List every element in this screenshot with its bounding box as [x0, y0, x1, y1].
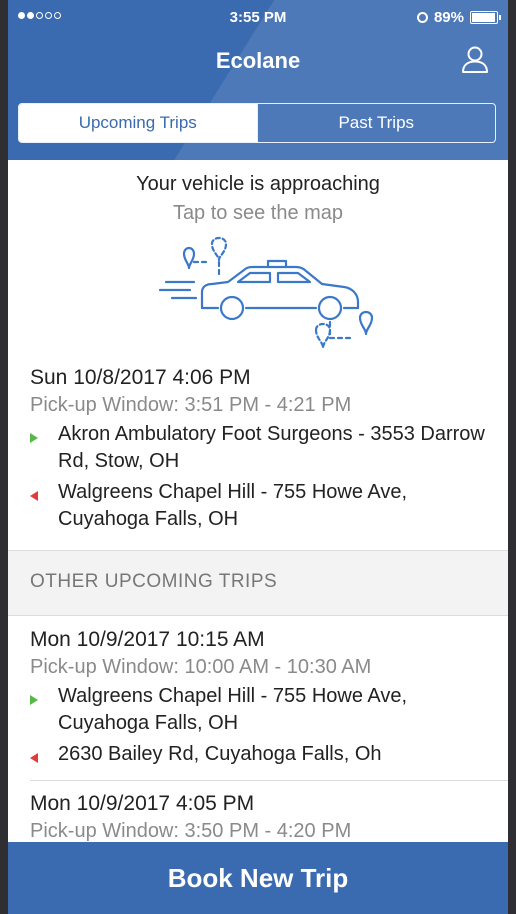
- trips-tab-control: Upcoming Trips Past Trips: [18, 103, 496, 143]
- trip-date: Sun 10/8/2017 4:06 PM: [30, 366, 251, 389]
- battery-icon: [470, 11, 501, 24]
- dropoff-address: Walgreens Chapel Hill - 755 Howe Ave, Cu…: [58, 481, 408, 530]
- book-new-trip-button[interactable]: Book New Trip: [8, 842, 508, 914]
- status-bar: 3:55 PM 89%: [8, 0, 508, 36]
- app-title: Ecolane: [215, 48, 301, 73]
- battery-percent: 89%: [433, 9, 464, 26]
- trip-date: Mon 10/9/2017 4:05 PM: [30, 792, 255, 815]
- pickup-address: Walgreens Chapel Hill - 755 Howe Ave, Cu…: [58, 685, 408, 734]
- pickup-window: Pick-up Window: 3:51 PM - 4:21 PM: [30, 394, 352, 416]
- pickup-window: Pick-up Window: 3:50 PM - 4:20 PM: [30, 820, 352, 842]
- list-item[interactable]: Mon 10/9/2017 10:15 AM Pick-up Window: 1…: [30, 628, 490, 768]
- approach-subtitle: Tap to see the map: [172, 202, 344, 224]
- status-right: 89%: [416, 9, 501, 26]
- dropoff-marker-icon: [30, 491, 38, 501]
- car-on-route-icon: [158, 236, 374, 350]
- person-icon[interactable]: [460, 44, 490, 74]
- list-item[interactable]: Mon 10/9/2017 4:05 PM Pick-up Window: 3:…: [30, 792, 490, 843]
- pickup-stop: Walgreens Chapel Hill - 755 Howe Ave, Cu…: [30, 683, 490, 737]
- current-trip[interactable]: Sun 10/8/2017 4:06 PM Pick-up Window: 3:…: [30, 366, 490, 533]
- tab-upcoming-trips[interactable]: Upcoming Trips: [19, 104, 257, 142]
- section-header: OTHER UPCOMING TRIPS: [8, 550, 508, 616]
- dropoff-stop: 2630 Bailey Rd, Cuyahoga Falls, Oh: [30, 741, 490, 768]
- dropoff-marker-icon: [30, 753, 38, 763]
- phone-screen: 3:55 PM 89% Ecolane Upcoming Trips Past …: [8, 0, 508, 914]
- dropoff-stop: Walgreens Chapel Hill - 755 Howe Ave, Cu…: [30, 479, 490, 533]
- trip-date: Mon 10/9/2017 10:15 AM: [30, 628, 265, 651]
- alarm-icon: [416, 12, 428, 23]
- top-bar: 3:55 PM 89% Ecolane Upcoming Trips Past …: [8, 0, 508, 160]
- tab-past-trips[interactable]: Past Trips: [256, 104, 496, 142]
- section-header-label: OTHER UPCOMING TRIPS: [30, 571, 278, 592]
- pickup-window: Pick-up Window: 10:00 AM - 10:30 AM: [30, 656, 372, 678]
- pickup-stop: Akron Ambulatory Foot Surgeons - 3553 Da…: [30, 421, 490, 475]
- dropoff-address: 2630 Bailey Rd, Cuyahoga Falls, Oh: [58, 743, 382, 765]
- row-divider: [30, 780, 508, 781]
- pickup-marker-icon: [30, 695, 38, 705]
- approach-title: Your vehicle is approaching: [136, 173, 380, 195]
- pickup-address: Akron Ambulatory Foot Surgeons - 3553 Da…: [58, 423, 485, 472]
- pickup-marker-icon: [30, 433, 38, 443]
